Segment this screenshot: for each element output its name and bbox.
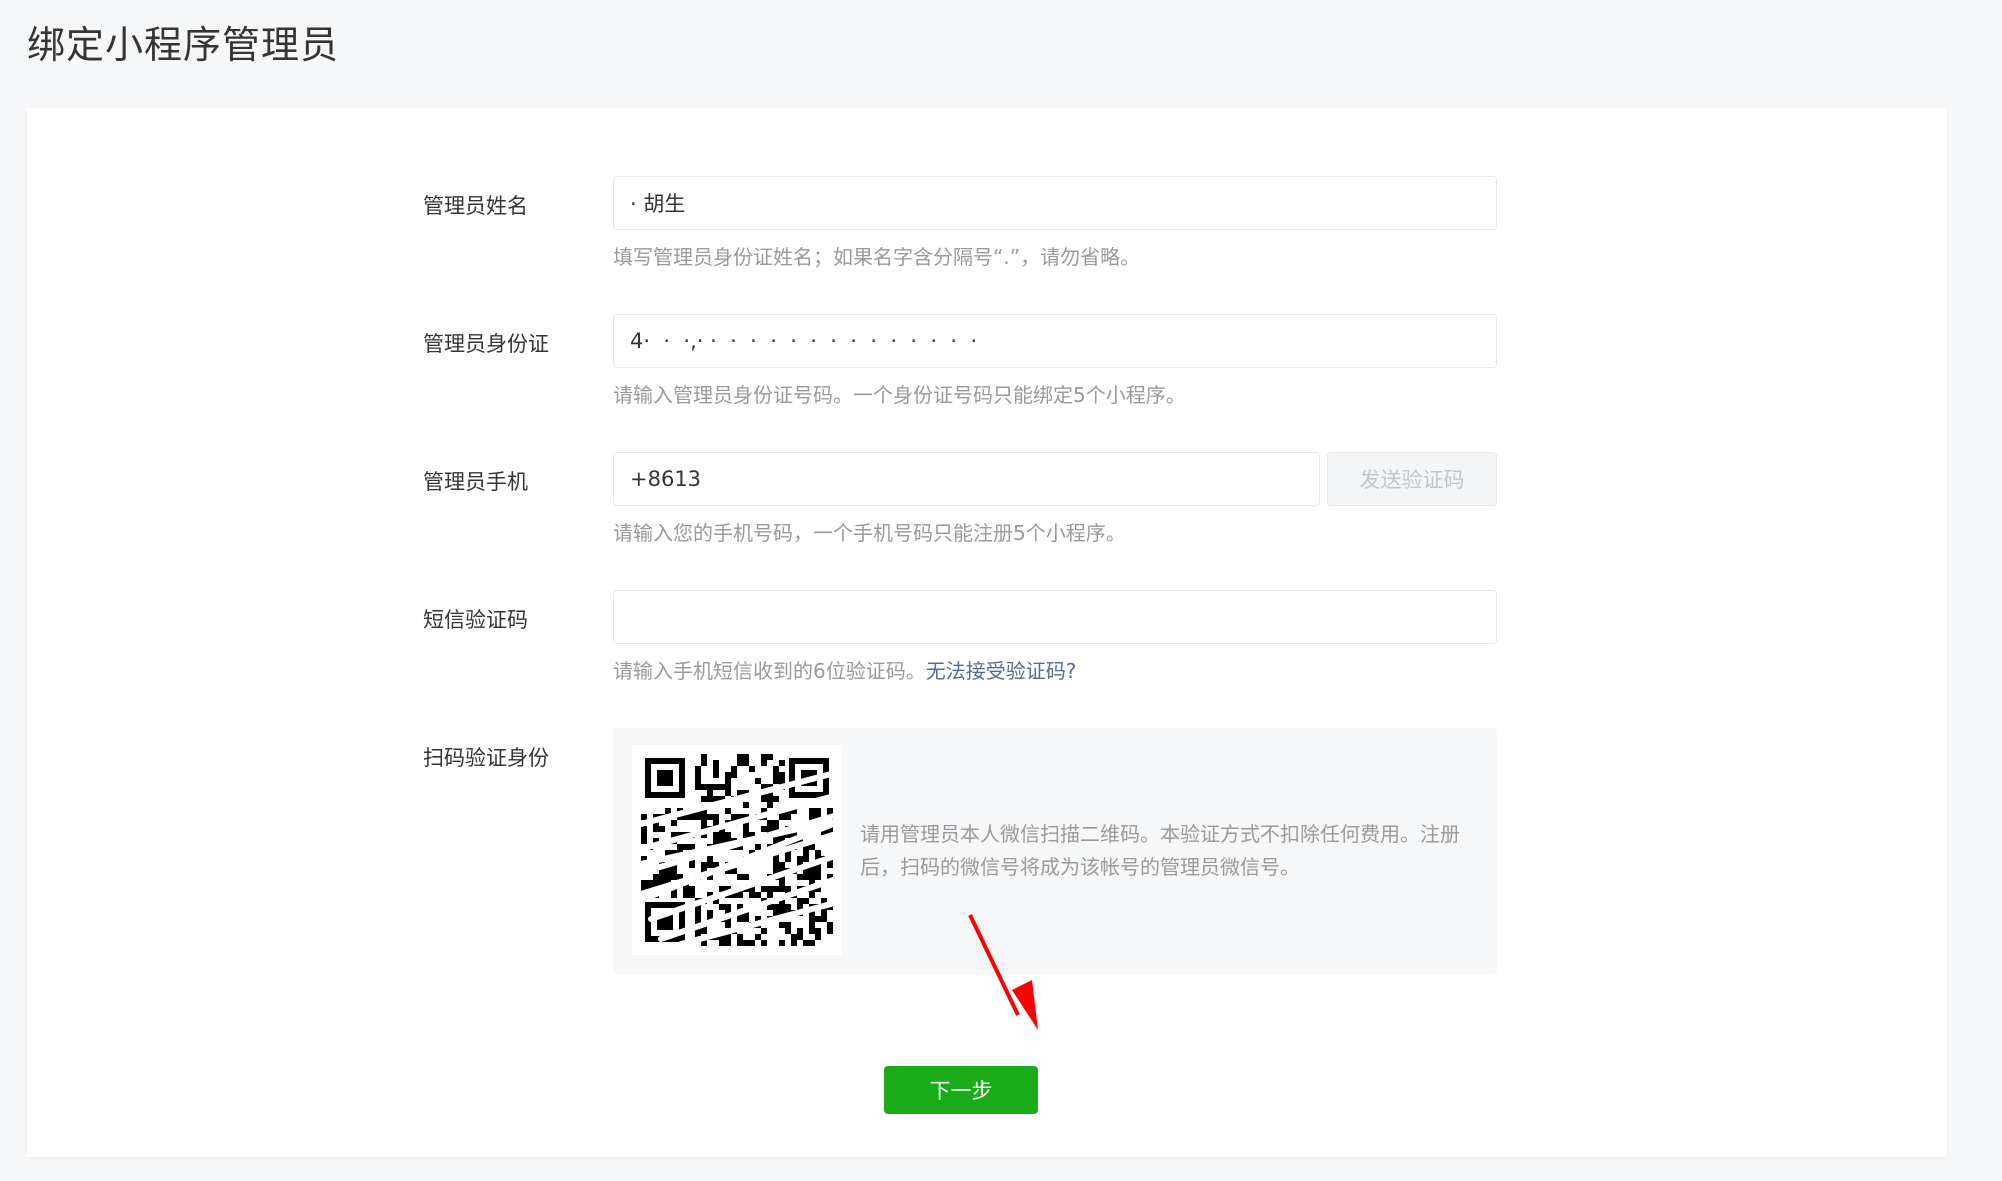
admin-name-hint: 填写管理员身份证姓名；如果名字含分隔号“.”，请勿省略。 bbox=[613, 245, 1141, 269]
sms-code-label: 短信验证码 bbox=[423, 608, 528, 632]
send-code-button[interactable]: 发送验证码 bbox=[1327, 452, 1497, 506]
admin-id-input[interactable] bbox=[613, 314, 1497, 368]
red-arrow-annotation bbox=[968, 914, 1038, 1030]
next-step-button[interactable]: 下一步 bbox=[884, 1066, 1038, 1114]
cannot-receive-code-link[interactable]: 无法接受验证码? bbox=[926, 659, 1077, 683]
sms-code-hint-text: 请输入手机短信收到的6位验证码。 bbox=[613, 659, 926, 683]
qr-code-image bbox=[641, 754, 833, 946]
qr-code bbox=[632, 745, 842, 955]
admin-id-label: 管理员身份证 bbox=[423, 332, 549, 356]
admin-name-label: 管理员姓名 bbox=[423, 194, 528, 218]
admin-phone-label: 管理员手机 bbox=[423, 470, 528, 494]
sms-code-hint: 请输入手机短信收到的6位验证码。无法接受验证码? bbox=[613, 655, 1076, 684]
admin-phone-input[interactable] bbox=[613, 452, 1320, 506]
admin-name-input[interactable] bbox=[613, 176, 1497, 230]
page-title: 绑定小程序管理员 bbox=[27, 23, 340, 67]
admin-phone-hint: 请输入您的手机号码，一个手机号码只能注册5个小程序。 bbox=[613, 521, 1126, 545]
qr-verify-label: 扫码验证身份 bbox=[423, 746, 549, 770]
qr-verify-panel: 请用管理员本人微信扫描二维码。本验证方式不扣除任何费用。注册后，扫码的微信号将成… bbox=[613, 728, 1497, 974]
admin-id-hint: 请输入管理员身份证号码。一个身份证号码只能绑定5个小程序。 bbox=[613, 383, 1186, 407]
sms-code-input[interactable] bbox=[613, 590, 1497, 644]
